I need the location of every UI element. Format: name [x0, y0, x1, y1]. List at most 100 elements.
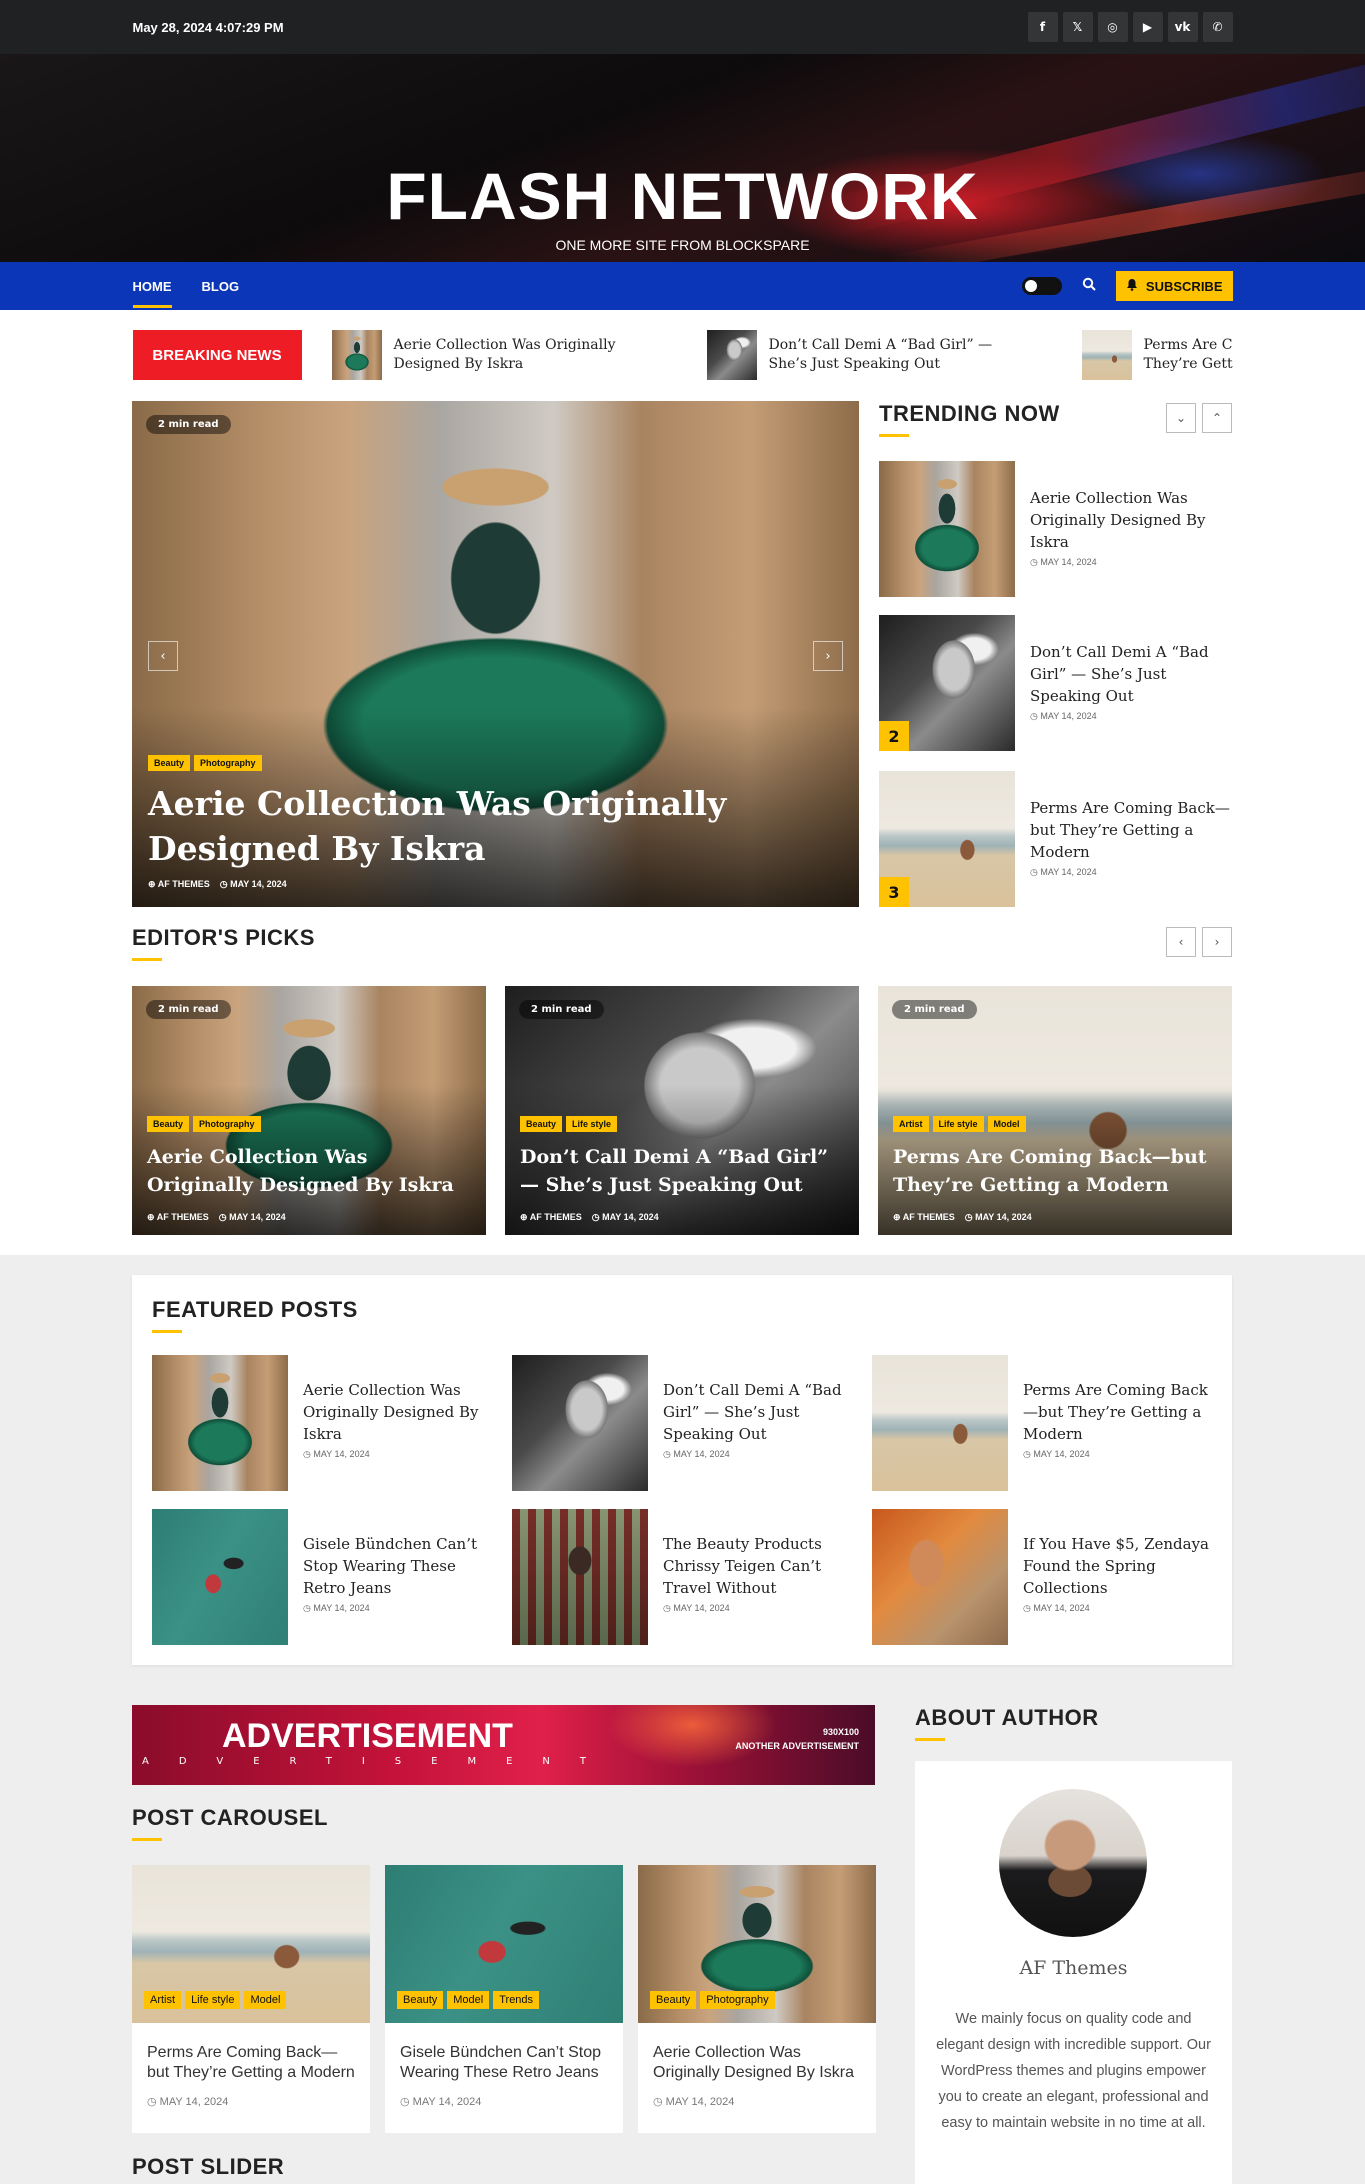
trending-thumbnail[interactable]: [879, 461, 1015, 597]
category-tag[interactable]: Beauty: [650, 1991, 697, 2009]
category-tag[interactable]: Artist: [893, 1116, 929, 1132]
carousel-card[interactable]: Beauty Model Trends Gisele Bündchen Can’…: [385, 1865, 623, 2133]
author-meta[interactable]: ⊕ AF THEMES: [520, 1212, 582, 1223]
carousel-post-title[interactable]: Gisele Bündchen Can’t Stop Wearing These…: [385, 2023, 623, 2083]
breaking-item[interactable]: Aerie Collection Was Originally Designed…: [331, 330, 677, 380]
trending-item[interactable]: Aerie Collection Was Originally Designed…: [879, 461, 1232, 597]
search-icon[interactable]: [1082, 277, 1096, 295]
vk-icon[interactable]: vk: [1167, 12, 1198, 42]
featured-post[interactable]: Gisele Bündchen Can’t Stop Wearing These…: [152, 1509, 502, 1645]
bell-icon: [1126, 278, 1138, 294]
category-tag[interactable]: Photography: [194, 755, 262, 771]
editors-pick-card[interactable]: 2 min read Beauty Life style Don’t Call …: [505, 986, 859, 1235]
breaking-title[interactable]: Perms Are Coming Back—but They’re Gettin…: [1144, 336, 1233, 374]
site-title[interactable]: FLASH NETWORK: [0, 158, 1365, 234]
trending-item-title[interactable]: Don’t Call Demi A “Bad Girl” — She’s Jus…: [1030, 641, 1230, 707]
category-tag[interactable]: Model: [244, 1991, 287, 2009]
editors-pick-title[interactable]: Perms Are Coming Back—but They’re Gettin…: [893, 1143, 1223, 1199]
featured-post-title[interactable]: Aerie Collection Was Originally Designed…: [303, 1379, 498, 1445]
featured-post-title[interactable]: Gisele Bündchen Can’t Stop Wearing These…: [303, 1533, 498, 1599]
featured-thumbnail[interactable]: [872, 1355, 1008, 1491]
category-tag[interactable]: Beauty: [147, 1116, 190, 1132]
breaking-item[interactable]: Don’t Call Demi A “Bad Girl” — She’s Jus…: [706, 330, 1052, 380]
featured-thumbnail[interactable]: [512, 1355, 648, 1491]
editors-pick-card[interactable]: 2 min read Beauty Photography Aerie Coll…: [132, 986, 486, 1235]
featured-thumbnail[interactable]: [152, 1355, 288, 1491]
editors-pick-card[interactable]: 2 min read Artist Life style Model Perms…: [878, 986, 1232, 1235]
carousel-image[interactable]: Artist Life style Model: [132, 1865, 370, 2023]
advertisement-banner[interactable]: ADVERTISEMENT ADVERTISEMENT 930X100 ANOT…: [132, 1705, 875, 1785]
breaking-title[interactable]: Don’t Call Demi A “Bad Girl” — She’s Jus…: [769, 336, 1009, 374]
facebook-icon[interactable]: f: [1027, 12, 1058, 42]
trending-thumbnail[interactable]: 3: [879, 771, 1015, 907]
author-meta[interactable]: ⊕ AF THEMES: [893, 1212, 955, 1223]
user-icon: ⊕: [147, 1212, 155, 1222]
category-tag[interactable]: Artist: [144, 1991, 182, 2009]
nav-item-home[interactable]: HOME: [132, 275, 172, 308]
editors-pick-title[interactable]: Don’t Call Demi A “Bad Girl” — She’s Jus…: [520, 1143, 850, 1199]
trending-thumbnail[interactable]: 2: [879, 615, 1015, 751]
breaking-item[interactable]: Perms Are Coming Back—but They’re Gettin…: [1081, 330, 1233, 380]
breaking-thumbnail[interactable]: [1081, 330, 1132, 380]
featured-thumbnail[interactable]: [152, 1509, 288, 1645]
breaking-title[interactable]: Aerie Collection Was Originally Designed…: [394, 336, 634, 374]
trending-item-title[interactable]: Perms Are Coming Back—but They’re Gettin…: [1030, 797, 1230, 863]
breaking-thumbnail[interactable]: [331, 330, 382, 380]
author-meta[interactable]: ⊕ AF THEMES: [148, 879, 210, 890]
date-meta: ◷ MAY 14, 2024: [964, 1212, 1032, 1222]
whatsapp-icon[interactable]: ✆: [1202, 12, 1233, 42]
category-tag[interactable]: Photography: [700, 1991, 775, 2009]
youtube-icon[interactable]: ▶: [1132, 12, 1163, 42]
instagram-icon[interactable]: ◎: [1097, 12, 1128, 42]
featured-post[interactable]: Perms Are Coming Back—but They’re Gettin…: [872, 1355, 1222, 1491]
featured-post-title[interactable]: If You Have $5, Zendaya Found the Spring…: [1023, 1533, 1218, 1599]
featured-post[interactable]: Don’t Call Demi A “Bad Girl” — She’s Jus…: [512, 1355, 862, 1491]
featured-post[interactable]: If You Have $5, Zendaya Found the Spring…: [872, 1509, 1222, 1645]
category-tag[interactable]: Life style: [932, 1116, 984, 1132]
carousel-image[interactable]: Beauty Photography: [638, 1865, 876, 2023]
category-tag[interactable]: Model: [447, 1991, 490, 2009]
featured-post-title[interactable]: Don’t Call Demi A “Bad Girl” — She’s Jus…: [663, 1379, 858, 1445]
trending-item-title[interactable]: Aerie Collection Was Originally Designed…: [1030, 487, 1230, 553]
carousel-post-title[interactable]: Aerie Collection Was Originally Designed…: [638, 2023, 876, 2083]
x-icon[interactable]: 𝕏: [1062, 12, 1093, 42]
featured-post-title[interactable]: The Beauty Products Chrissy Teigen Can’t…: [663, 1533, 858, 1599]
trending-item[interactable]: 3 Perms Are Coming Back—but They’re Gett…: [879, 771, 1232, 907]
slider-prev-button[interactable]: ‹: [148, 641, 178, 671]
featured-post-title[interactable]: Perms Are Coming Back—but They’re Gettin…: [1023, 1379, 1218, 1445]
category-tag[interactable]: Beauty: [520, 1116, 563, 1132]
editors-next-button[interactable]: ›: [1202, 927, 1232, 957]
featured-thumbnail[interactable]: [512, 1509, 648, 1645]
hero-title[interactable]: Aerie Collection Was Originally Designed…: [148, 781, 838, 871]
breaking-thumbnail[interactable]: [706, 330, 757, 380]
carousel-card[interactable]: Beauty Photography Aerie Collection Was …: [638, 1865, 876, 2133]
subscribe-button[interactable]: SUBSCRIBE: [1115, 271, 1233, 301]
category-tag[interactable]: Life style: [566, 1116, 618, 1132]
date-meta: ◷ MAY 14, 2024: [219, 879, 287, 889]
category-tag[interactable]: Model: [987, 1116, 1026, 1132]
category-tag[interactable]: Life style: [185, 1991, 241, 2009]
trending-item[interactable]: 2 Don’t Call Demi A “Bad Girl” — She’s J…: [879, 615, 1232, 751]
main-slider[interactable]: 2 min read ‹ › Beauty Photography Aerie …: [132, 401, 859, 907]
category-tag[interactable]: Photography: [193, 1116, 261, 1132]
carousel-image[interactable]: Beauty Model Trends: [385, 1865, 623, 2023]
slider-next-button[interactable]: ›: [813, 641, 843, 671]
editors-prev-button[interactable]: ‹: [1166, 927, 1196, 957]
featured-post[interactable]: Aerie Collection Was Originally Designed…: [152, 1355, 502, 1491]
category-tag[interactable]: Beauty: [148, 755, 191, 771]
author-meta[interactable]: ⊕ AF THEMES: [147, 1212, 209, 1223]
category-tag[interactable]: Beauty: [397, 1991, 444, 2009]
featured-post[interactable]: The Beauty Products Chrissy Teigen Can’t…: [512, 1509, 862, 1645]
user-icon: ⊕: [520, 1212, 528, 1222]
nav-item-blog[interactable]: BLOG: [202, 275, 240, 298]
trending-down-button[interactable]: ⌄: [1166, 403, 1196, 433]
breaking-news-bar: BREAKING NEWS Aerie Collection Was Origi…: [0, 310, 1365, 400]
carousel-card[interactable]: Artist Life style Model Perms Are Coming…: [132, 1865, 370, 2133]
category-tag[interactable]: Trends: [493, 1991, 540, 2009]
carousel-post-title[interactable]: Perms Are Coming Back—but They’re Gettin…: [132, 2023, 370, 2083]
featured-thumbnail[interactable]: [872, 1509, 1008, 1645]
editors-pick-title[interactable]: Aerie Collection Was Originally Designed…: [147, 1143, 477, 1199]
dark-mode-toggle[interactable]: [1021, 277, 1062, 295]
trending-up-button[interactable]: ⌃: [1202, 403, 1232, 433]
subscribe-label: SUBSCRIBE: [1145, 278, 1223, 294]
